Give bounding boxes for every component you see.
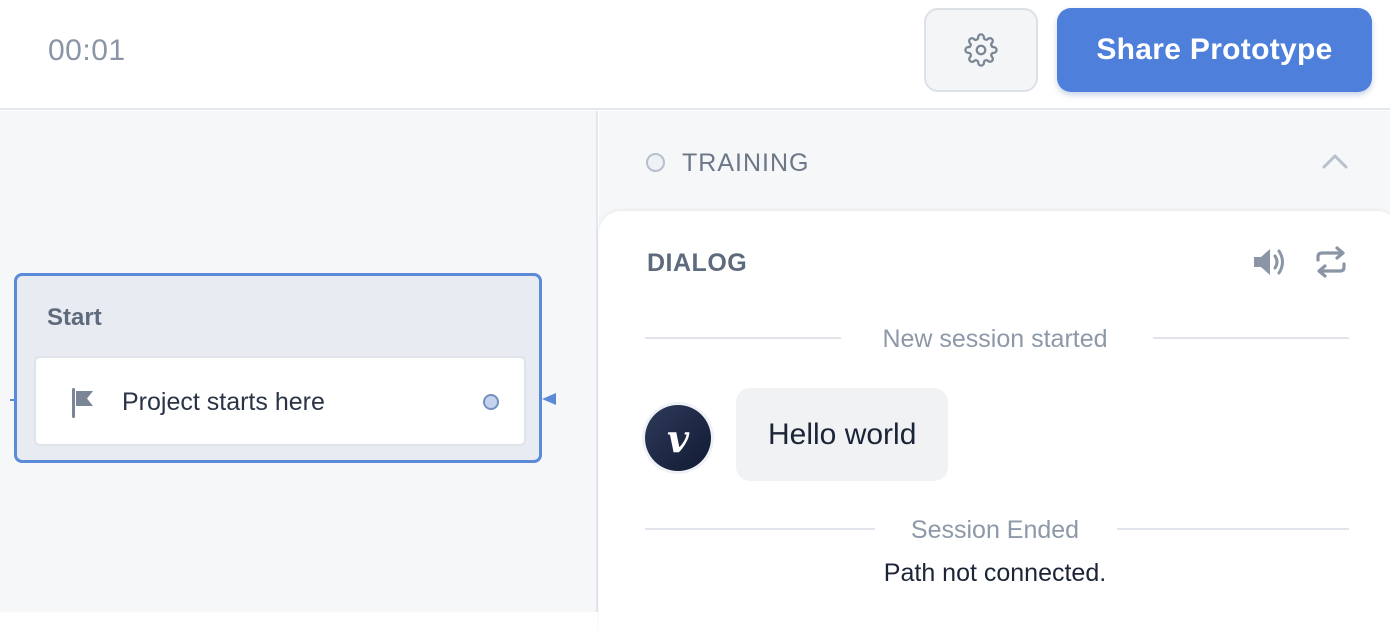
start-block[interactable]: Start Project starts here: [14, 273, 542, 463]
reset-icon[interactable]: [1313, 245, 1349, 279]
divider-right: [1153, 337, 1349, 339]
step-output-port[interactable]: [483, 394, 499, 410]
prototype-panel: TRAINING DIALOG New session started v He…: [599, 111, 1390, 631]
session-ended-text: Session Ended: [910, 516, 1080, 544]
chevron-up-icon[interactable]: [1321, 151, 1349, 171]
gear-icon: [964, 33, 998, 67]
flow-canvas[interactable]: Start Project starts here: [0, 111, 598, 612]
settings-button[interactable]: [924, 8, 1038, 92]
message-bubble: Hello world: [736, 388, 949, 481]
speaker-icon[interactable]: [1251, 245, 1287, 279]
dialog-card: DIALOG New session started v Hello world…: [599, 211, 1390, 631]
session-started-text: New session started: [882, 325, 1108, 353]
flag-icon: [72, 388, 93, 418]
top-bar: 00:01 Share Prototype: [0, 0, 1390, 110]
training-label: TRAINING: [682, 149, 810, 177]
message-text: Hello world: [768, 417, 917, 451]
share-prototype-button[interactable]: Share Prototype: [1057, 8, 1372, 92]
path-status-text: Path not connected.: [883, 559, 1107, 587]
session-timer: 00:01: [48, 34, 126, 67]
step-label: Project starts here: [122, 388, 325, 416]
training-status-dot: [646, 153, 665, 172]
start-step[interactable]: Project starts here: [34, 356, 526, 446]
training-section[interactable]: TRAINING: [599, 111, 1390, 211]
dialog-title: DIALOG: [647, 249, 748, 277]
assistant-avatar: v: [645, 405, 711, 471]
block-title: Start: [47, 304, 102, 331]
connector-arrow-icon: [542, 393, 556, 405]
divider-right: [1117, 528, 1349, 530]
